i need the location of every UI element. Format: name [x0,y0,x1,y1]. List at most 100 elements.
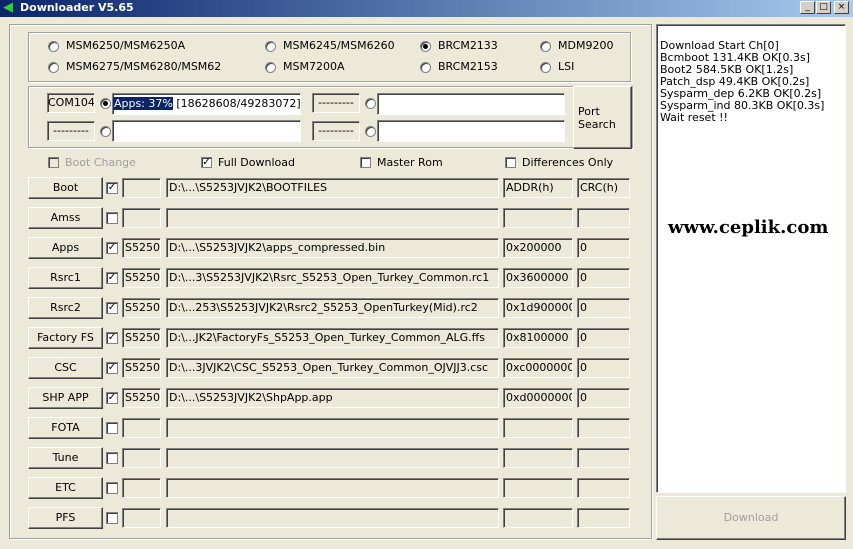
model-field: S5250 [122,358,161,378]
chip-radio[interactable] [48,41,59,52]
model-field: S5250 [122,298,161,318]
model-field: S5250 [122,268,161,288]
file-enable-checkbox[interactable]: ✓ [106,302,118,314]
crc-field: 0 [577,268,630,288]
file-enable-checkbox[interactable] [106,212,118,224]
port2-status [112,120,301,142]
file-button-tune[interactable]: Tune [28,447,103,469]
file-enable-checkbox[interactable] [106,422,118,434]
file-path-field: D:\...\S5253JVJK2\apps_compressed.bin [166,238,499,258]
addr-field: 0x200000 [503,238,573,258]
model-field [122,208,161,228]
chip-radio[interactable] [420,41,431,52]
file-button-amss[interactable]: Amss [28,207,103,229]
port4-status [377,120,565,142]
file-path-field [166,418,499,438]
differences-only-checkbox[interactable] [505,157,516,168]
file-button-rsrc2[interactable]: Rsrc2 [28,297,103,319]
addr-field [503,208,573,228]
chip-radio[interactable] [540,41,551,52]
boot-change-label: Boot Change [65,156,136,169]
chip-label: MSM6245/MSM6260 [283,39,395,52]
watermark-text: www.ceplik.com [668,217,829,238]
minimize-button[interactable]: _ [800,1,815,14]
crc-field: 0 [577,328,630,348]
download-button[interactable]: Download [656,496,846,540]
chip-radio[interactable] [265,62,276,73]
crc-field [577,208,630,228]
file-button-rsrc1[interactable]: Rsrc1 [28,267,103,289]
app-arrow-icon: ◀ [3,0,13,15]
crc-field: CRC(h) [577,178,630,198]
file-enable-checkbox[interactable] [106,452,118,464]
file-path-field: D:\...3JVJK2\CSC_S5253_Open_Turkey_Commo… [166,358,499,378]
file-path-field [166,508,499,528]
port1-progress-highlight: Apps: 37% [113,97,173,110]
full-download-checkbox[interactable]: ✓ [201,157,212,168]
file-enable-checkbox[interactable]: ✓ [106,392,118,404]
file-path-field: D:\...JK2\FactoryFs_S5253_Open_Turkey_Co… [166,328,499,348]
file-button-csc[interactable]: CSC [28,357,103,379]
window-title: Downloader V5.65 [20,1,134,14]
port4-radio[interactable] [365,126,376,137]
file-button-etc[interactable]: ETC [28,477,103,499]
chip-radio[interactable] [420,62,431,73]
chip-radio[interactable] [540,62,551,73]
log-panel: Download Start Ch[0] Bcmboot 131.4KB OK[0… [656,24,846,493]
port1-name: COM104 [47,93,95,113]
addr-field [503,418,573,438]
crc-field [577,418,630,438]
addr-field: 0x8100000 [503,328,573,348]
master-rom-checkbox[interactable] [360,157,371,168]
file-button-boot[interactable]: Boot [28,177,103,199]
file-enable-checkbox[interactable]: ✓ [106,272,118,284]
model-field: S5250 [122,388,161,408]
model-field [122,178,161,198]
model-field: S5250 [122,328,161,348]
port-search-button[interactable]: Port Search [573,86,632,149]
file-button-fota[interactable]: FOTA [28,417,103,439]
model-field [122,418,161,438]
master-rom-label: Master Rom [377,156,443,169]
addr-field [503,478,573,498]
model-field [122,508,161,528]
full-download-label: Full Download [218,156,295,169]
file-path-field: D:\...\S5253JVJK2\BOOTFILES [166,178,499,198]
chip-label: MSM7200A [283,60,345,73]
port1-progress-text: [18628608/49283072] [172,97,301,110]
model-field [122,478,161,498]
file-path-field [166,478,499,498]
file-enable-checkbox[interactable]: ✓ [106,332,118,344]
port3-name: --------- [312,93,360,113]
file-enable-checkbox[interactable] [106,512,118,524]
port4-name: --------- [312,121,360,141]
addr-field: 0x3600000 [503,268,573,288]
addr-field: 0xd0000000 [503,388,573,408]
file-button-shp-app[interactable]: SHP APP [28,387,103,409]
file-enable-checkbox[interactable]: ✓ [106,362,118,374]
port2-radio[interactable] [100,126,111,137]
file-button-apps[interactable]: Apps [28,237,103,259]
port3-radio[interactable] [365,98,376,109]
crc-field [577,448,630,468]
close-button[interactable]: × [834,1,849,14]
file-enable-checkbox[interactable] [106,482,118,494]
port1-radio[interactable] [100,98,111,109]
model-field: S5250 [122,238,161,258]
file-path-field: D:\...3\S5253JVJK2\Rsrc_S5253_Open_Turke… [166,268,499,288]
port1-status: Apps: 37% [18628608/49283072] [112,93,301,115]
file-path-field [166,448,499,468]
file-enable-checkbox[interactable]: ✓ [106,242,118,254]
boot-change-checkbox [48,157,59,168]
chip-radio[interactable] [48,62,59,73]
maximize-button[interactable]: □ [816,1,831,14]
crc-field: 0 [577,358,630,378]
crc-field: 0 [577,238,630,258]
file-button-factory-fs[interactable]: Factory FS [28,327,103,349]
file-enable-checkbox[interactable]: ✓ [106,182,118,194]
file-path-field: D:\...253\S5253JVJK2\Rsrc2_S5253_OpenTur… [166,298,499,318]
addr-field [503,448,573,468]
model-field [122,448,161,468]
file-button-pfs[interactable]: PFS [28,507,103,529]
chip-radio[interactable] [265,41,276,52]
